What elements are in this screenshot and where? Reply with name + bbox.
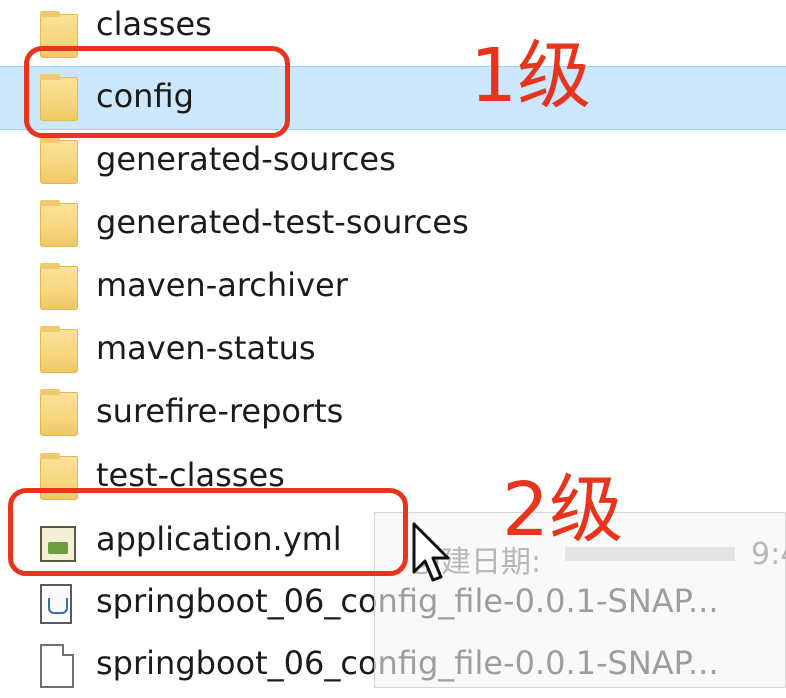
tooltip-time: 9:4	[751, 537, 786, 572]
annotation-box-config	[24, 46, 290, 138]
item-label: generated-test-sources	[96, 203, 469, 241]
folder-icon	[40, 326, 78, 373]
folder-icon	[40, 200, 78, 247]
folder-icon	[40, 389, 78, 436]
file-explorer-view: classes config generated-sources generat…	[0, 0, 786, 698]
annotation-level-2: 2级	[502, 467, 624, 553]
annotation-level-1: 1级	[470, 33, 592, 119]
list-item-maven-archiver[interactable]: maven-archiver	[0, 256, 786, 320]
jar-file-icon	[40, 582, 78, 626]
mouse-cursor-icon	[412, 522, 450, 582]
list-item-surefire-reports[interactable]: surefire-reports	[0, 382, 786, 446]
list-item-generated-sources[interactable]: generated-sources	[0, 130, 786, 194]
item-label: surefire-reports	[96, 392, 344, 430]
annotation-box-application-yml	[8, 488, 408, 576]
item-label: maven-status	[96, 329, 316, 367]
folder-icon	[40, 137, 78, 184]
list-item-generated-test-sources[interactable]: generated-test-sources	[0, 193, 786, 257]
folder-icon	[40, 263, 78, 310]
item-label: maven-archiver	[96, 266, 348, 304]
list-item-maven-status[interactable]: maven-status	[0, 319, 786, 383]
item-label: generated-sources	[96, 140, 396, 178]
item-label: classes	[96, 5, 212, 43]
file-icon	[40, 644, 78, 688]
